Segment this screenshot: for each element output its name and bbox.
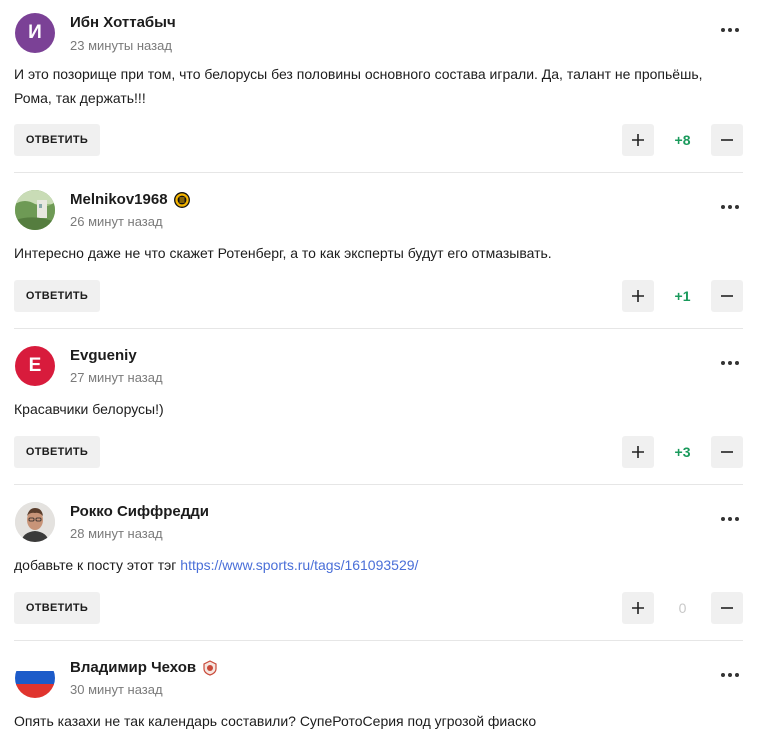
vote-score: +1 xyxy=(674,288,691,304)
upvote-button[interactable] xyxy=(622,124,654,156)
divider xyxy=(14,640,743,641)
author-name-text[interactable]: Evgueniy xyxy=(70,347,137,364)
vote-score: 0 xyxy=(678,600,687,616)
divider xyxy=(14,328,743,329)
comment-text: И это позорище при том, что белорусы без… xyxy=(14,66,703,106)
author-name[interactable]: Рокко Сиффредди xyxy=(70,503,209,520)
more-menu-icon[interactable] xyxy=(717,356,743,370)
reply-button[interactable]: ОТВЕТИТЬ xyxy=(14,124,100,156)
more-menu-icon[interactable] xyxy=(717,23,743,37)
minus-icon xyxy=(721,607,733,609)
comment: E Evgueniy 27 минут назад Красавчики бел… xyxy=(14,346,743,476)
avatar[interactable]: И xyxy=(15,13,55,53)
more-menu-icon[interactable] xyxy=(717,512,743,526)
comment: Владимир Чехов 30 минут назад Опять каза… xyxy=(14,658,743,736)
downvote-button[interactable] xyxy=(711,436,743,468)
more-menu-icon[interactable] xyxy=(717,200,743,214)
landscape-photo-icon xyxy=(15,190,55,230)
minus-icon xyxy=(721,139,733,141)
comment-text: добавьте к посту этот тэг https://www.sp… xyxy=(14,553,734,577)
avatar[interactable] xyxy=(15,502,55,542)
comment-text: Опять казахи не так календарь составили?… xyxy=(14,713,537,729)
comment: И Ибн Хоттабыч 23 минуты назад И это поз… xyxy=(14,10,743,160)
vote-score: +8 xyxy=(674,132,691,148)
comment: Рокко Сиффредди 28 минут назад добавьте … xyxy=(14,502,743,632)
comment-text-prefix: добавьте к посту этот тэг xyxy=(14,557,181,573)
minus-icon xyxy=(721,295,733,297)
upvote-button[interactable] xyxy=(622,592,654,624)
reply-button[interactable]: ОТВЕТИТЬ xyxy=(14,592,100,624)
downvote-button[interactable] xyxy=(711,280,743,312)
bruins-logo-icon xyxy=(173,191,190,208)
avatar[interactable] xyxy=(15,658,55,698)
plus-icon xyxy=(632,290,644,302)
downvote-button[interactable] xyxy=(711,124,743,156)
plus-icon xyxy=(632,134,644,146)
comment-time: 23 минуты назад xyxy=(70,38,172,53)
russia-flag-icon xyxy=(15,658,55,698)
avatar[interactable]: E xyxy=(15,346,55,386)
plus-icon xyxy=(632,446,644,458)
downvote-button[interactable] xyxy=(711,592,743,624)
comment-time: 28 минут назад xyxy=(70,526,163,541)
comment-text: Красавчики белорусы!) xyxy=(14,401,164,417)
author-name-text[interactable]: Melnikov1968 xyxy=(70,191,168,208)
author-name[interactable]: Ибн Хоттабыч xyxy=(70,14,176,31)
comment-time: 30 минут назад xyxy=(70,682,163,697)
upvote-button[interactable] xyxy=(622,436,654,468)
reply-button[interactable]: ОТВЕТИТЬ xyxy=(14,280,100,312)
upvote-button[interactable] xyxy=(622,280,654,312)
author-name-text[interactable]: Рокко Сиффредди xyxy=(70,503,209,520)
author-name-text[interactable]: Владимир Чехов xyxy=(70,659,196,676)
tag-link[interactable]: https://www.sports.ru/tags/161093529/ xyxy=(180,557,418,573)
divider xyxy=(14,484,743,485)
author-name[interactable]: Владимир Чехов xyxy=(70,659,218,676)
vote-score: +3 xyxy=(674,444,691,460)
author-name[interactable]: Evgueniy xyxy=(70,347,137,364)
avatar[interactable] xyxy=(15,190,55,230)
minus-icon xyxy=(721,451,733,453)
comment: Melnikov1968 26 минут назад Интересно да… xyxy=(14,190,743,320)
author-name-text[interactable]: Ибн Хоттабыч xyxy=(70,14,176,31)
divider xyxy=(14,172,743,173)
comment-time: 26 минут назад xyxy=(70,214,163,229)
more-menu-icon[interactable] xyxy=(717,668,743,682)
man-portrait-icon xyxy=(15,502,55,542)
author-name[interactable]: Melnikov1968 xyxy=(70,191,190,208)
comment-time: 27 минут назад xyxy=(70,370,163,385)
plus-icon xyxy=(632,602,644,614)
reply-button[interactable]: ОТВЕТИТЬ xyxy=(14,436,100,468)
team-logo-icon xyxy=(203,659,217,676)
comment-text: Интересно даже не что скажет Ротенберг, … xyxy=(14,245,552,261)
